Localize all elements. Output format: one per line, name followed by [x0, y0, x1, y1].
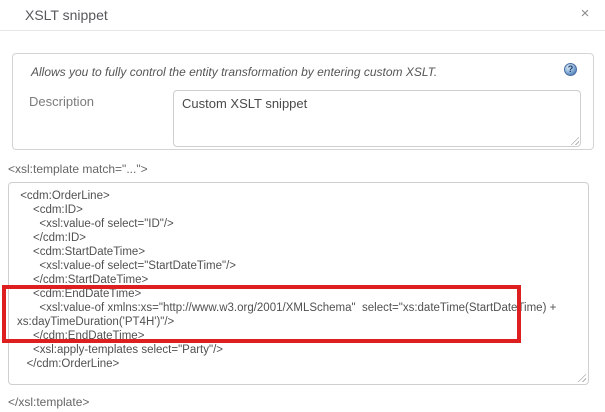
xslt-template-open-label: <xsl:template match="...">	[8, 162, 148, 176]
transformation-hint: Allows you to fully control the entity t…	[31, 65, 438, 79]
code-line: </cdm:ID>	[17, 232, 87, 244]
description-textarea[interactable]: Custom XSLT snippet	[173, 90, 581, 147]
help-question-icon[interactable]: ?	[564, 63, 577, 76]
page-title: XSLT snippet	[25, 7, 108, 23]
description-field-wrap: Custom XSLT snippet	[173, 90, 581, 147]
xslt-code-editor[interactable]: <cdm:OrderLine> <cdm:ID> <xsl:value-of s…	[8, 182, 589, 385]
dialog-header: XSLT snippet ×	[0, 0, 605, 31]
info-panel: Allows you to fully control the entity t…	[12, 53, 594, 150]
code-line: <cdm:ID>	[17, 204, 83, 216]
code-line: <cdm:EndDateTime>	[17, 288, 142, 300]
code-line: xs:dayTimeDuration('PT4H')"/>	[17, 316, 175, 328]
code-line: </cdm:OrderLine>	[17, 358, 120, 370]
description-label: Description	[29, 94, 95, 109]
close-icon: ×	[580, 5, 590, 22]
resize-grip-icon[interactable]	[577, 373, 586, 382]
xslt-template-close-label: </xsl:template>	[8, 395, 90, 409]
code-line: <xsl:apply-templates select="Party"/>	[17, 344, 223, 356]
code-line: <xsl:value-of select="StartDateTime"/>	[17, 260, 236, 272]
code-lines: <cdm:OrderLine> <cdm:ID> <xsl:value-of s…	[17, 189, 588, 371]
code-line: </cdm:EndDateTime>	[17, 330, 145, 342]
code-line: <cdm:OrderLine>	[17, 190, 110, 202]
code-line: <xsl:value-of xmlns:xs="http://www.w3.or…	[17, 302, 557, 314]
code-line: <xsl:value-of select="ID"/>	[17, 218, 174, 230]
close-button[interactable]: ×	[575, 4, 595, 24]
code-line: <cdm:StartDateTime>	[17, 246, 146, 258]
code-line: </cdm:StartDateTime>	[17, 274, 149, 286]
